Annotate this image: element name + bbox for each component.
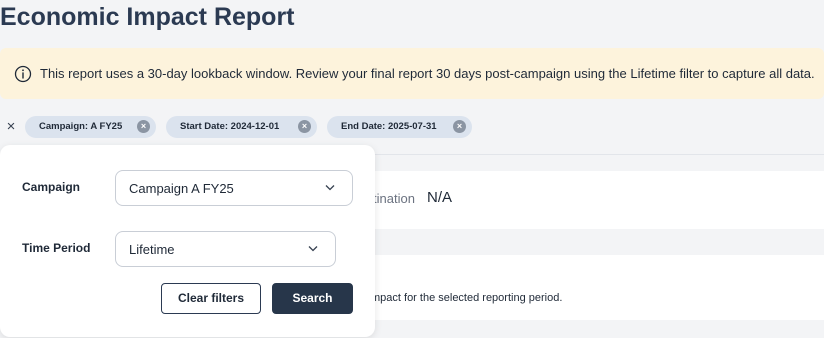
chevron-down-icon bbox=[308, 245, 318, 252]
banner-message: This report uses a 30-day lookback windo… bbox=[40, 66, 815, 81]
time-period-select[interactable]: Lifetime bbox=[115, 231, 336, 267]
impact-description: mpact for the selected reporting period. bbox=[371, 292, 563, 304]
campaign-label: Campaign bbox=[22, 180, 81, 194]
remove-chip-icon[interactable]: × bbox=[137, 120, 150, 133]
info-banner: This report uses a 30-day lookback windo… bbox=[0, 48, 824, 99]
remove-chip-icon[interactable]: × bbox=[453, 120, 466, 133]
info-icon bbox=[14, 65, 32, 83]
filter-chip-label: Start Date: 2024-12-01 bbox=[180, 121, 280, 132]
filter-chip-campaign: Campaign: A FY25 × bbox=[25, 116, 156, 138]
filter-chip-label: End Date: 2025-07-31 bbox=[341, 121, 437, 132]
filter-chip-start-date: Start Date: 2024-12-01 × bbox=[166, 116, 317, 138]
page-title: Economic Impact Report bbox=[0, 3, 295, 31]
campaign-selected-value: Campaign A FY25 bbox=[129, 181, 234, 196]
filter-panel: Campaign Campaign A FY25 Time Period Lif… bbox=[0, 145, 375, 337]
destination-card: tination N/A bbox=[340, 171, 824, 229]
impact-card: mpact for the selected reporting period. bbox=[340, 255, 824, 320]
destination-label: tination bbox=[373, 191, 415, 206]
clear-all-filters-icon[interactable]: × bbox=[3, 117, 19, 137]
search-button[interactable]: Search bbox=[272, 283, 353, 314]
filter-chip-end-date: End Date: 2025-07-31 × bbox=[327, 116, 472, 138]
destination-value: N/A bbox=[427, 189, 453, 206]
clear-filters-button[interactable]: Clear filters bbox=[161, 283, 261, 314]
campaign-select[interactable]: Campaign A FY25 bbox=[115, 170, 353, 206]
filter-chip-label: Campaign: A FY25 bbox=[39, 121, 123, 132]
active-filters-row: × Campaign: A FY25 × Start Date: 2024-12… bbox=[0, 116, 824, 138]
chevron-down-icon bbox=[325, 184, 335, 191]
time-period-label: Time Period bbox=[22, 241, 91, 255]
remove-chip-icon[interactable]: × bbox=[298, 120, 311, 133]
time-period-selected-value: Lifetime bbox=[129, 242, 175, 257]
